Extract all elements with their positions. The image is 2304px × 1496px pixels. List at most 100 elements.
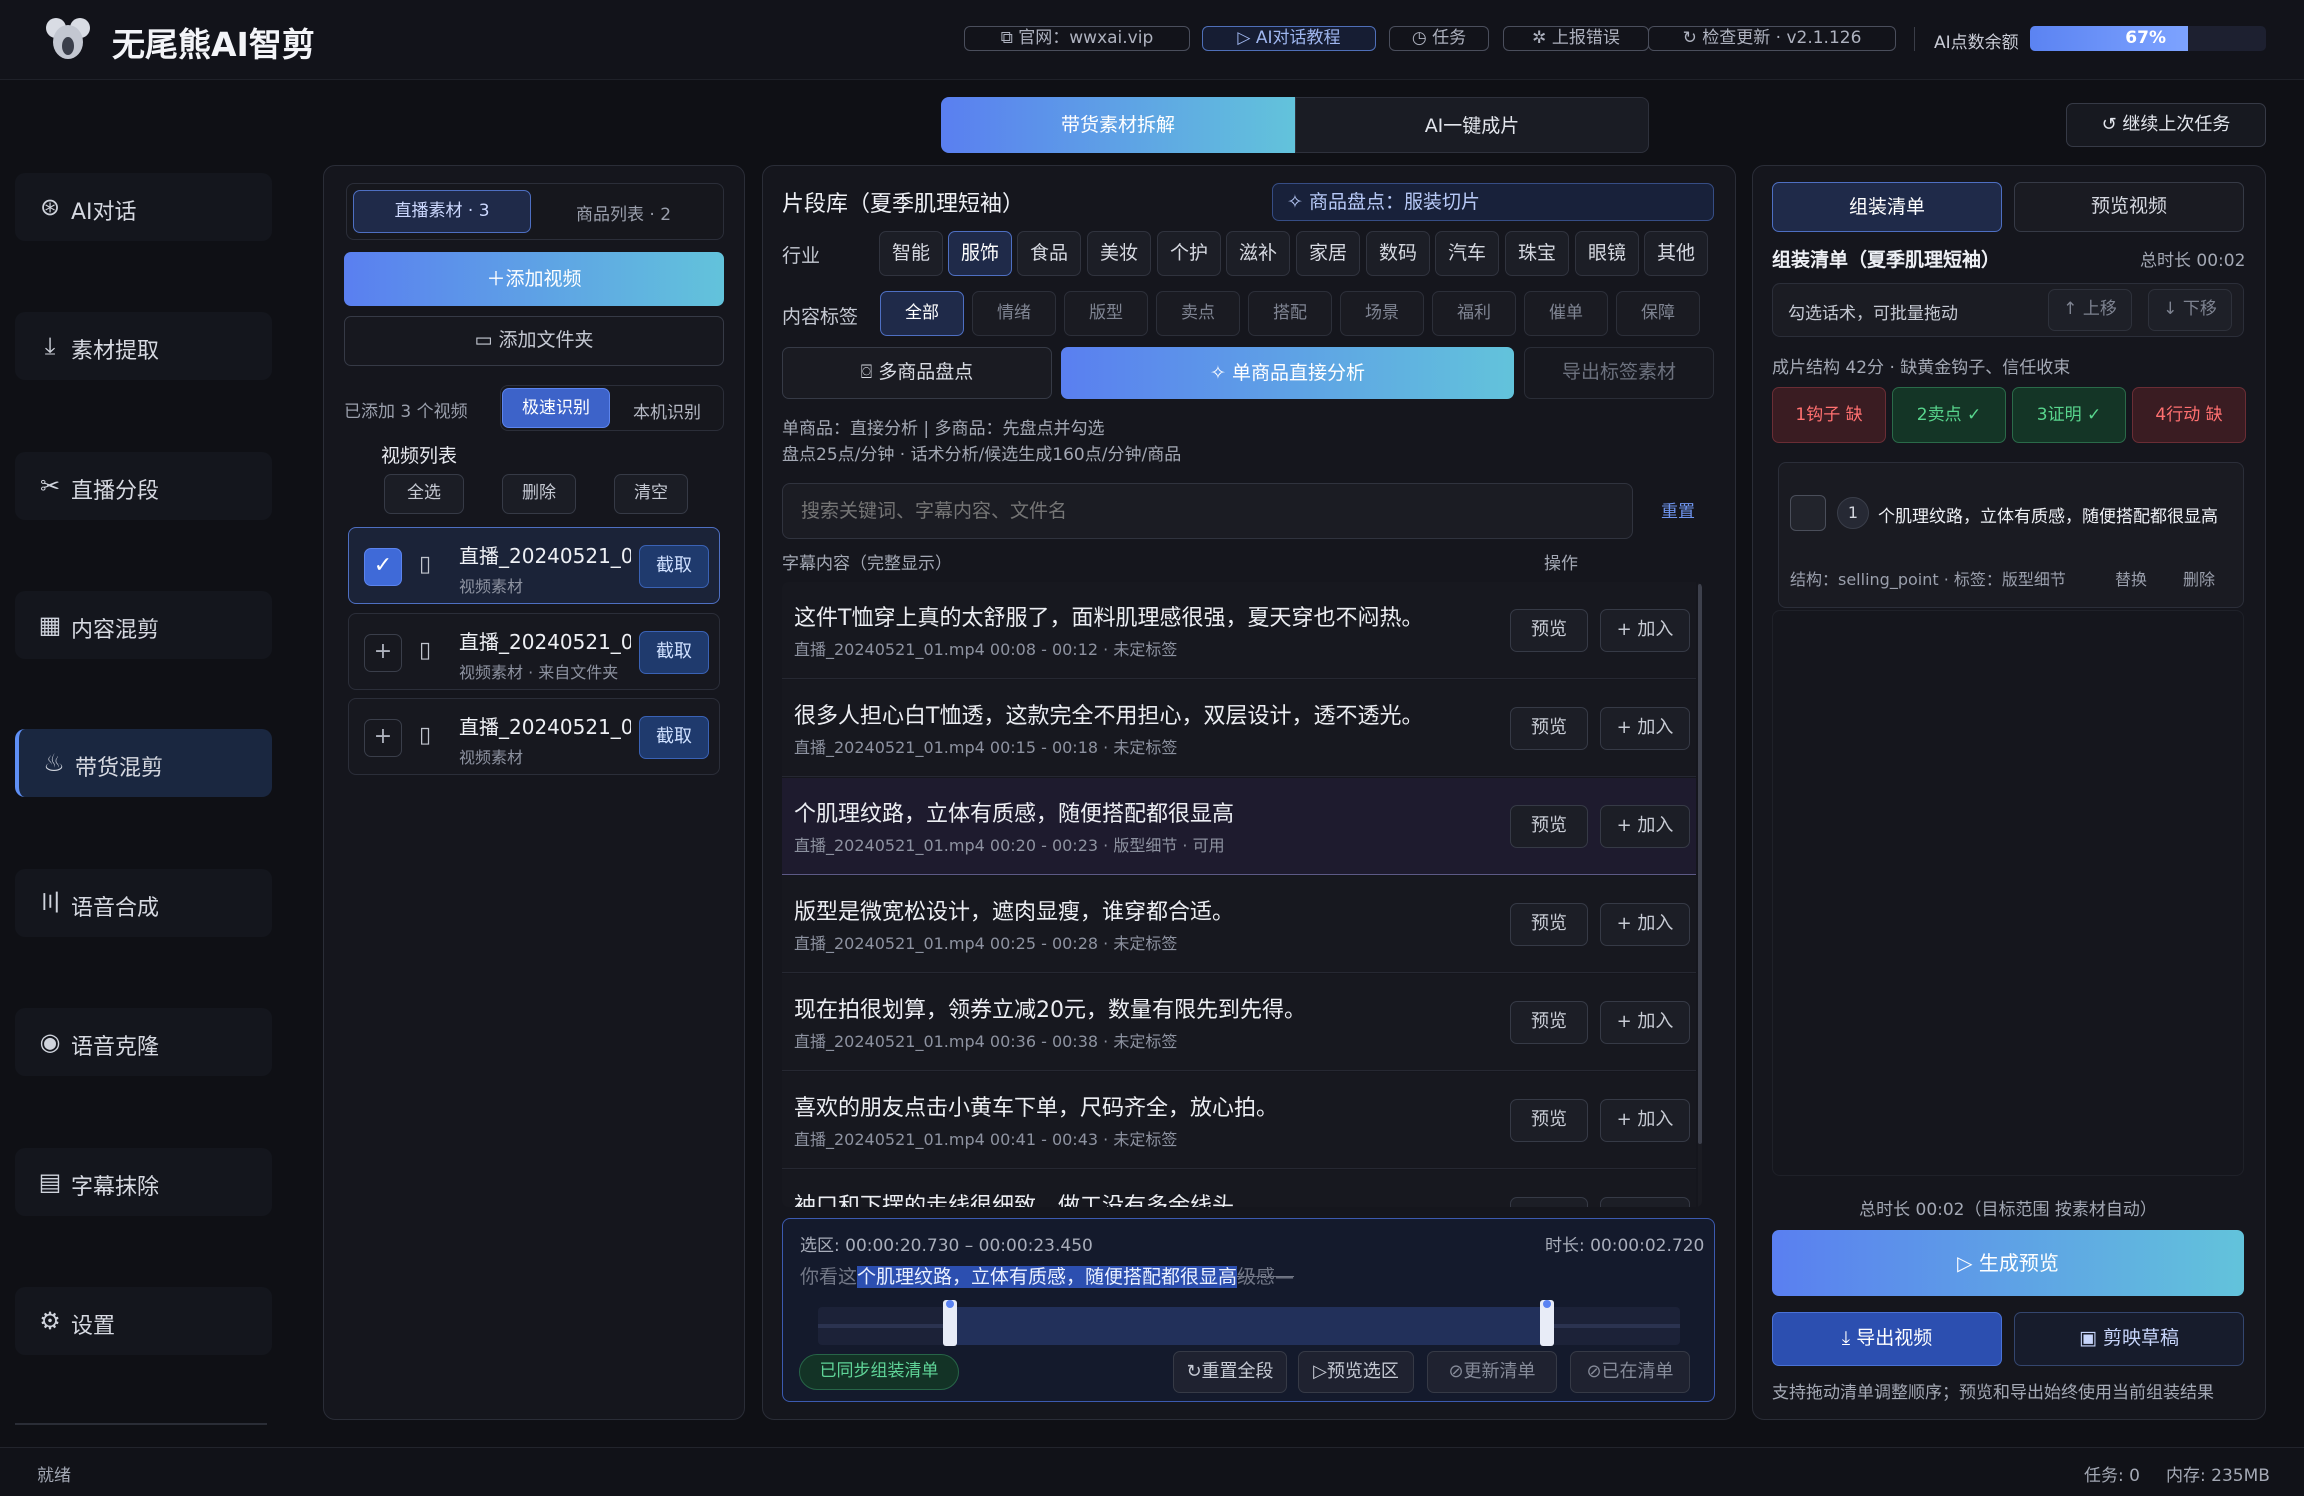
mode-fast-button[interactable]: 极速识别 <box>502 388 610 428</box>
tab-assembly-list[interactable]: 组装清单 <box>1772 182 2002 232</box>
table-row[interactable]: 现在拍很划算，领券立减20元，数量有限先到先得。 直播_20240521_01.… <box>782 974 1696 1071</box>
move-down-button[interactable]: ↓ 下移 <box>2148 289 2232 331</box>
video-item[interactable]: ✓ ▯ 直播_20240521_01.mp4 视频素材 截取 <box>348 527 720 604</box>
tag-chip[interactable]: 场景 <box>1340 291 1424 336</box>
table-row[interactable]: 版型是微宽松设计，遮肉显瘦，谁穿都合适。 直播_20240521_01.mp4 … <box>782 876 1696 973</box>
preview-button[interactable]: 预览 <box>1510 903 1588 946</box>
ai-tutorial-button[interactable]: ▷ AI对话教程 <box>1202 26 1376 51</box>
checked-icon[interactable]: ✓ <box>364 548 402 586</box>
plus-icon[interactable]: + <box>364 719 402 757</box>
cut-button[interactable]: 截取 <box>639 631 709 674</box>
generate-preview-button[interactable]: ▷ 生成预览 <box>1772 1230 2244 1296</box>
sidebar-item-content-mix[interactable]: ▦ 内容混剪 <box>15 591 272 659</box>
industry-chip[interactable]: 智能 <box>879 231 943 276</box>
reset-link[interactable]: 重置 <box>1661 497 1695 522</box>
table-row[interactable]: 袖口和下摆的走线很细致，做工没有多余线头。 预览 + 加入 <box>782 1170 1696 1207</box>
sidebar-item-ai-chat[interactable]: ⊛ AI对话 <box>15 173 272 241</box>
table-row-selected[interactable]: 个肌理纹路，立体有质感，随便搭配都很显高 直播_20240521_01.mp4 … <box>782 778 1696 875</box>
industry-chip-selected[interactable]: 服饰 <box>948 231 1012 276</box>
sidebar-item-live-segment[interactable]: ✂ 直播分段 <box>15 452 272 520</box>
export-tag-material-button[interactable]: 导出标签素材 <box>1524 347 1714 399</box>
tag-chip[interactable]: 福利 <box>1432 291 1516 336</box>
product-check-button[interactable]: ✧ 商品盘点：服装切片 <box>1272 183 1714 221</box>
mode-local-button[interactable]: 本机识别 <box>633 398 701 423</box>
tag-chip[interactable]: 保障 <box>1616 291 1700 336</box>
add-button[interactable]: + 加入 <box>1600 707 1690 750</box>
resume-task-button[interactable]: ↺ 继续上次任务 <box>2066 103 2266 147</box>
tag-chip-selected[interactable]: 全部 <box>880 291 964 336</box>
tab-preview-video[interactable]: 预览视频 <box>2014 182 2244 232</box>
preview-button[interactable]: 预览 <box>1510 1001 1588 1044</box>
add-button[interactable]: + 加入 <box>1600 903 1690 946</box>
video-item[interactable]: + ▯ 直播_20240521_03.mp4 视频素材 截取 <box>348 698 720 775</box>
select-all-button[interactable]: 全选 <box>384 474 464 514</box>
tag-chip[interactable]: 情绪 <box>972 291 1056 336</box>
preview-button[interactable]: 预览 <box>1510 707 1588 750</box>
structure-proof-badge[interactable]: 3证明 ✓ <box>2012 387 2126 443</box>
add-video-button[interactable]: ＋添加视频 <box>344 252 724 306</box>
report-error-button[interactable]: ✲ 上报错误 <box>1503 26 1649 51</box>
industry-chip[interactable]: 珠宝 <box>1505 231 1569 276</box>
table-row[interactable]: 喜欢的朋友点击小黄车下单，尺码齐全，放心拍。 直播_20240521_01.mp… <box>782 1072 1696 1169</box>
table-row[interactable]: 这件T恤穿上真的太舒服了，面料肌理感很强，夏天穿也不闷热。 直播_2024052… <box>782 582 1696 679</box>
check-update-button[interactable]: ↻ 检查更新 · v2.1.126 <box>1648 26 1896 51</box>
add-button[interactable]: + 加入 <box>1600 1099 1690 1142</box>
clear-button[interactable]: 清空 <box>614 474 688 514</box>
add-folder-button[interactable]: ▭ 添加文件夹 <box>344 316 724 366</box>
tag-chip[interactable]: 卖点 <box>1156 291 1240 336</box>
item-checkbox[interactable] <box>1790 495 1826 531</box>
preview-button[interactable]: 预览 <box>1510 1197 1588 1207</box>
sidebar-item-commerce-mix[interactable]: ♨ 带货混剪 <box>15 729 272 797</box>
industry-chip[interactable]: 汽车 <box>1435 231 1499 276</box>
industry-chip[interactable]: 美妆 <box>1087 231 1151 276</box>
multi-product-button[interactable]: ⌼ 多商品盘点 <box>782 347 1052 399</box>
jianying-draft-button[interactable]: ▣ 剪映草稿 <box>2014 1312 2244 1366</box>
search-input[interactable] <box>782 483 1633 539</box>
tab-ai-one-click[interactable]: AI一键成片 <box>1295 97 1649 153</box>
industry-chip[interactable]: 食品 <box>1017 231 1081 276</box>
structure-hook-badge[interactable]: 1钩子 缺 <box>1772 387 1886 443</box>
preview-button[interactable]: 预览 <box>1510 1099 1588 1142</box>
sidebar-item-settings[interactable]: ⚙ 设置 <box>15 1287 272 1355</box>
tab-material-breakdown[interactable]: 带货素材拆解 <box>941 97 1295 153</box>
reset-all-button[interactable]: ↻重置全段 <box>1173 1351 1287 1393</box>
timeline-selection[interactable] <box>950 1307 1547 1345</box>
cut-button[interactable]: 截取 <box>639 545 709 588</box>
add-button[interactable]: + 加入 <box>1600 1197 1690 1207</box>
assembly-drop-area[interactable] <box>1772 610 2244 1176</box>
delete-button[interactable]: 删除 <box>502 474 576 514</box>
tag-chip[interactable]: 催单 <box>1524 291 1608 336</box>
industry-chip[interactable]: 数码 <box>1366 231 1430 276</box>
tag-chip[interactable]: 版型 <box>1064 291 1148 336</box>
tab-product-list[interactable]: 商品列表 · 2 <box>576 200 671 225</box>
sidebar-item-tts[interactable]: 〣语音合成 <box>15 869 272 937</box>
preview-button[interactable]: 预览 <box>1510 805 1588 848</box>
industry-chip[interactable]: 家居 <box>1296 231 1360 276</box>
tag-chip[interactable]: 搭配 <box>1248 291 1332 336</box>
export-video-button[interactable]: ⤓ 导出视频 <box>1772 1312 2002 1366</box>
item-replace-link[interactable]: 替换 <box>2115 566 2147 590</box>
video-item[interactable]: + ▯ 直播_20240521_02.mp4 视频素材 · 来自文件夹 截取 <box>348 613 720 690</box>
official-site-button[interactable]: ⧉ 官网：wwxai.vip <box>964 26 1190 51</box>
preview-selection-button[interactable]: ▷预览选区 <box>1298 1351 1414 1393</box>
sidebar-item-voice-clone[interactable]: ◉ 语音克隆 <box>15 1008 272 1076</box>
add-button[interactable]: + 加入 <box>1600 805 1690 848</box>
scrollbar-thumb[interactable] <box>1698 584 1702 1144</box>
tab-live-material[interactable]: 直播素材 · 3 <box>353 190 531 233</box>
industry-chip[interactable]: 眼镜 <box>1575 231 1639 276</box>
in-list-button[interactable]: ⊘已在清单 <box>1570 1351 1690 1393</box>
preview-button[interactable]: 预览 <box>1510 609 1588 652</box>
industry-chip[interactable]: 个护 <box>1157 231 1221 276</box>
structure-action-badge[interactable]: 4行动 缺 <box>2132 387 2246 443</box>
structure-selling-badge[interactable]: 2卖点 ✓ <box>1892 387 2006 443</box>
single-product-analyze-button[interactable]: ✧ 单商品直接分析 <box>1061 347 1514 399</box>
add-button[interactable]: + 加入 <box>1600 1001 1690 1044</box>
table-row[interactable]: 很多人担心白T恤透，这款完全不用担心，双层设计，透不透光。 直播_2024052… <box>782 680 1696 777</box>
sidebar-item-material-extract[interactable]: ⤓ 素材提取 <box>15 312 272 380</box>
industry-chip[interactable]: 其他 <box>1644 231 1708 276</box>
add-button[interactable]: + 加入 <box>1600 609 1690 652</box>
move-up-button[interactable]: ↑ 上移 <box>2048 289 2132 331</box>
cut-button[interactable]: 截取 <box>639 716 709 759</box>
industry-chip[interactable]: 滋补 <box>1226 231 1290 276</box>
tasks-button[interactable]: ◷ 任务 <box>1389 26 1489 51</box>
